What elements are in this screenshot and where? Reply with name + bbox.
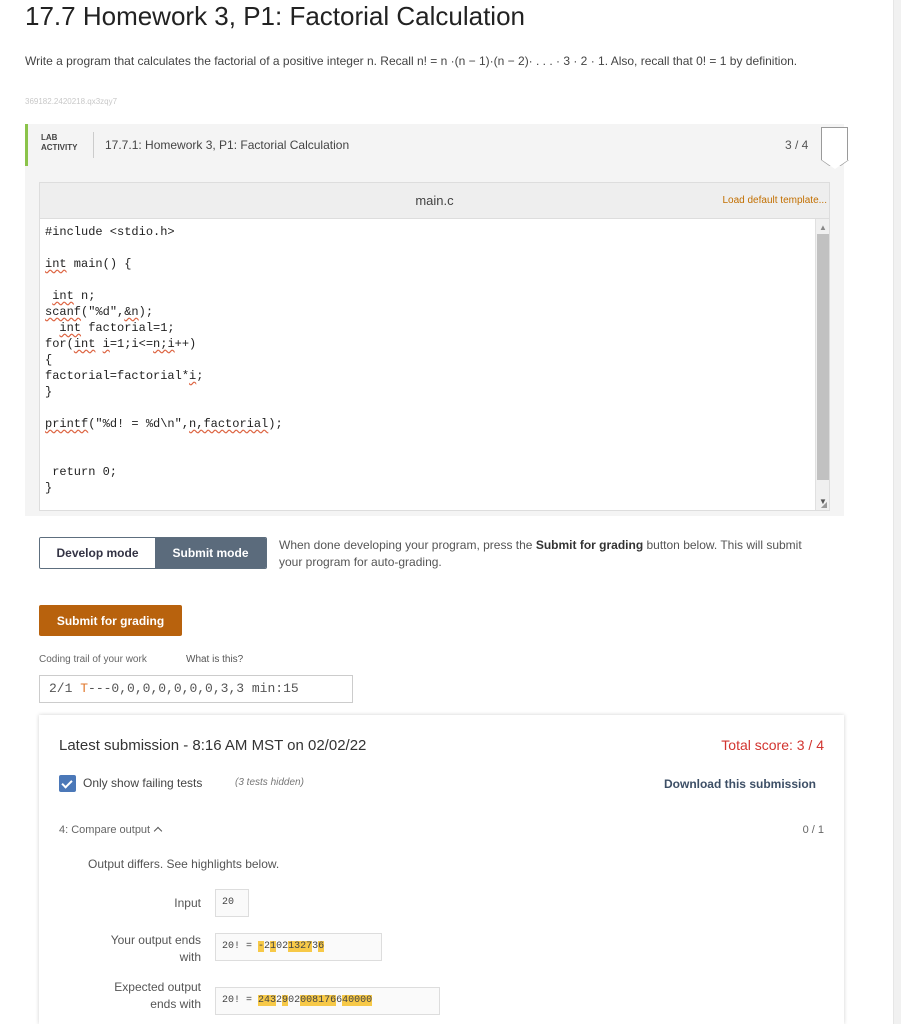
- code-editor-panel: main.c Load default template... #include…: [25, 166, 844, 516]
- test-header: 4: Compare output: [59, 824, 151, 836]
- expected-output-value: 20! = 2432902008176640000: [215, 987, 440, 1015]
- your-output-value: 20! = -2102132736: [215, 933, 382, 961]
- note-text: When done developing your program, press…: [279, 538, 536, 552]
- label-line: with: [179, 950, 201, 964]
- diff-highlight: 243: [258, 995, 277, 1006]
- code-line: ​: [45, 432, 825, 448]
- test-score: 0 / 1: [802, 824, 824, 836]
- code-token: n,factorial: [189, 417, 269, 431]
- label-line: Your output ends: [110, 933, 201, 947]
- coding-trail: 2/1 T---0,0,0,0,0,0,0,3,3 min:15: [39, 675, 353, 703]
- submission-results-panel: Latest submission - 8:16 AM MST on 02/02…: [39, 715, 844, 1024]
- submit-instructions: When done developing your program, press…: [279, 537, 819, 571]
- input-label: Input: [174, 896, 201, 910]
- total-score: Total score: 3 / 4: [721, 737, 824, 753]
- chevron-up-icon: [153, 826, 163, 836]
- code-token: scanf: [45, 305, 82, 319]
- code-line: scanf("%d",&n);: [45, 305, 154, 319]
- resize-handle-icon[interactable]: ◢: [821, 500, 827, 509]
- code-token: printf: [45, 417, 89, 431]
- code-line: #include <stdio.h>: [45, 225, 175, 239]
- code-line: ​: [45, 272, 825, 288]
- code-line: return 0;: [45, 465, 118, 479]
- completion-badge-icon: [821, 127, 849, 170]
- code-line: int n;: [52, 289, 96, 303]
- code-token: i: [102, 337, 110, 351]
- input-value: 20: [215, 889, 249, 917]
- coding-trail-label: Coding trail of your work: [39, 654, 147, 665]
- code-token: n;i: [153, 337, 175, 351]
- trail-values: ---0,0,0,0,0,0,0,3,3 min:15: [88, 681, 299, 696]
- test-4-toggle[interactable]: 4: Compare output: [59, 824, 163, 836]
- code-token: i: [189, 369, 197, 383]
- code-line: int main() {: [45, 257, 132, 271]
- lab-activity-tag: LAB ACTIVITY: [41, 133, 77, 153]
- diff-highlight: -: [258, 941, 265, 952]
- code-token: int: [45, 257, 67, 271]
- download-submission-link[interactable]: Download this submission: [664, 777, 816, 791]
- code-line: }: [45, 385, 53, 399]
- develop-mode-button[interactable]: Develop mode: [40, 538, 155, 568]
- submit-for-grading-button[interactable]: Submit for grading: [39, 605, 182, 636]
- code-line: int factorial=1;: [59, 321, 175, 335]
- code-editor[interactable]: #include <stdio.h>​int main() {​ int n;s…: [45, 224, 825, 496]
- problem-prompt: Write a program that calculates the fact…: [25, 54, 798, 68]
- test-message: Output differs. See highlights below.: [88, 857, 280, 871]
- code-line: ​: [45, 400, 825, 416]
- editor-scrollbar[interactable]: ▲ ▼: [815, 219, 829, 510]
- submit-mode-button[interactable]: Submit mode: [155, 538, 266, 568]
- lab-activity-header: LAB ACTIVITY 17.7.1: Homework 3, P1: Fac…: [25, 124, 849, 170]
- mode-toggle: Develop mode Submit mode: [39, 537, 267, 569]
- diff-highlight: 008176: [300, 995, 337, 1006]
- lab-tag-line1: LAB: [41, 133, 58, 142]
- hidden-tests-count: (3 tests hidden): [235, 777, 304, 788]
- code-token: int: [52, 289, 74, 303]
- code-line: ​: [45, 240, 825, 256]
- code-token: int: [59, 321, 82, 335]
- file-bar: main.c Load default template...: [40, 183, 829, 219]
- diff-highlight: 1327: [288, 941, 313, 952]
- lab-title: 17.7.1: Homework 3, P1: Factorial Calcul…: [105, 138, 350, 152]
- diff-highlight: 6: [318, 941, 325, 952]
- code-line: for(int i=1;i<=n;i++): [45, 337, 197, 351]
- expected-output-label: Expected output ends with: [91, 979, 201, 1013]
- page-scrollbar[interactable]: [893, 0, 901, 1024]
- what-is-this-link[interactable]: What is this?: [186, 654, 243, 665]
- check-icon: [61, 777, 73, 789]
- only-failing-checkbox[interactable]: [59, 775, 76, 792]
- only-failing-label[interactable]: Only show failing tests: [83, 776, 202, 790]
- resource-id: 369182.2420218.qx3zqy7: [25, 97, 118, 106]
- output-prefix: 20! =: [222, 941, 259, 952]
- diff-highlight: 40000: [342, 995, 373, 1006]
- submission-time: Latest submission - 8:16 AM MST on 02/02…: [59, 737, 367, 754]
- diff-highlight: 1: [270, 941, 277, 952]
- scroll-up-icon[interactable]: ▲: [819, 223, 827, 232]
- page-title: 17.7 Homework 3, P1: Factorial Calculati…: [25, 1, 526, 31]
- trail-marker: T: [80, 681, 89, 696]
- output-prefix: 20! =: [222, 995, 259, 1006]
- divider: [93, 132, 94, 158]
- diff-highlight: 9: [282, 995, 289, 1006]
- code-line: ​: [45, 448, 825, 464]
- your-output-label: Your output ends with: [91, 932, 201, 966]
- code-token: &n: [124, 305, 139, 319]
- label-line: Expected output: [114, 980, 201, 994]
- code-line: factorial=factorial*i;: [45, 369, 204, 383]
- code-line: {: [45, 353, 53, 367]
- label-line: ends with: [150, 997, 201, 1011]
- lab-score: 3 / 4: [785, 138, 809, 152]
- note-bold: Submit for grading: [535, 538, 644, 552]
- file-name: main.c: [415, 193, 454, 208]
- load-default-template-link[interactable]: Load default template...: [722, 195, 827, 206]
- code-line: printf("%d! = %d\n",n,factorial);: [45, 417, 283, 431]
- code-token: int: [73, 337, 96, 351]
- trail-prefix: 2/1: [49, 681, 81, 696]
- editor-scroll-thumb[interactable]: [817, 234, 829, 480]
- code-line: }: [45, 481, 53, 495]
- lab-tag-line2: ACTIVITY: [41, 143, 78, 152]
- editor-frame: main.c Load default template... #include…: [39, 182, 830, 511]
